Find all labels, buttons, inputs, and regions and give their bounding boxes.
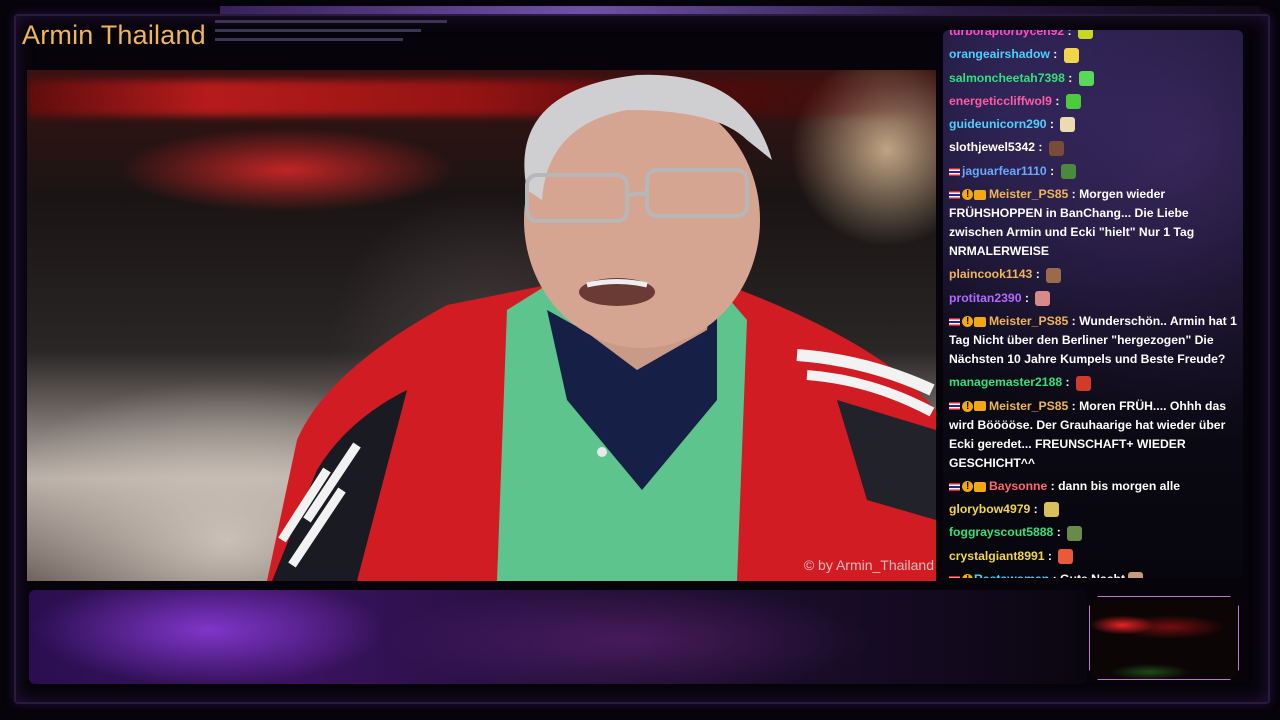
chat-message: Rastawoman : Gute Nacht [949,570,1239,578]
chat-username[interactable]: orangeairshadow [949,47,1050,61]
flag-badge-icon [949,482,960,491]
chat-separator: : [1049,47,1061,62]
chat-message: salmoncheetah7398 : [949,69,1239,88]
hand-emote-icon [1044,502,1060,518]
chat-message: glorybow4979 : [949,500,1239,519]
chat-username[interactable]: crystalgiant8991 [949,549,1045,563]
green-blob-emote-icon [1065,94,1081,110]
chat-message: Meister_PS85 : Moren FRÜH.... Ohhh das w… [949,397,1239,473]
frog-emote-icon [1060,164,1076,180]
chat-separator: : [1051,93,1063,108]
chat-message: guideunicorn290 : [949,115,1239,134]
chat-message: managemaster2188 : [949,373,1239,392]
chat-separator: : [1068,398,1080,413]
gold-badge-icon [962,477,973,496]
chat-message: protitan2390 : [949,289,1239,308]
chat-message: crystalgiant8991 : [949,547,1239,566]
chat-separator: : [1053,525,1065,540]
chat-message: Meister_PS85 : Morgen wieder FRÜHSHOPPEN… [949,185,1239,261]
chat-message: foggrayscout5888 : [949,523,1239,542]
flag-badge-icon [949,167,960,176]
chat-message: energeticcliffwol9 : [949,92,1239,111]
gold-badge-icon [962,185,973,204]
face-emote-icon [1048,140,1064,156]
chat-separator: : [1049,572,1060,578]
chat-message-list: turboraptorbyceh92 : orangeairshadow : s… [949,30,1239,578]
chat-username[interactable]: Meister_PS85 [989,399,1068,413]
chat-message: turboraptorbyceh92 : [949,30,1239,41]
star-emote-icon [1063,47,1079,63]
webcam-video: © by Armin_Thailand [27,70,936,581]
girl-emote-icon [1128,572,1144,578]
chat-separator: : [1021,290,1033,305]
channel-title: Armin Thailand [22,20,206,50]
cat-emote-icon [1060,117,1076,133]
chat-username[interactable]: Rastawoman [974,572,1049,578]
chat-username[interactable]: managemaster2188 [949,375,1062,389]
chat-message: orangeairshadow : [949,45,1239,64]
devil-emote-icon [1076,375,1091,391]
chat-separator: : [1068,313,1080,328]
gold-badge-icon [962,397,973,416]
chat-separator: : [1035,140,1046,155]
chat-message: Meister_PS85 : Wunderschön.. Armin hat 1… [949,312,1239,369]
crown-badge-icon [974,189,986,200]
mouth-emote-icon [1058,549,1074,565]
title-decor-bars [215,20,447,47]
chat-separator: : [1030,502,1042,517]
flag-badge-icon [949,190,960,199]
flag-badge-icon [949,402,960,411]
chat-username[interactable]: slothjewel5342 [949,140,1035,154]
chat-username[interactable]: jaguarfear1110 [962,164,1047,178]
chat-username[interactable]: Meister_PS85 [989,314,1068,328]
chat-username[interactable]: Meister_PS85 [989,187,1068,201]
chat-separator: : [1046,117,1058,132]
chat-separator: : [1062,375,1073,390]
crown-badge-icon [974,481,986,492]
chat-message: slothjewel5342 : [949,138,1239,157]
chat-separator: : [1064,30,1075,38]
chat-username[interactable]: foggrayscout5888 [949,525,1053,539]
chat-username[interactable]: turboraptorbyceh92 [949,30,1064,38]
top-decor-strip [220,6,1260,14]
crown-badge-icon [974,316,986,327]
room-camera-thumbnail[interactable] [1089,596,1239,680]
chat-panel[interactable]: turboraptorbyceh92 : orangeairshadow : s… [943,30,1243,578]
chat-username[interactable]: glorybow4979 [949,502,1030,516]
chat-username[interactable]: plaincook1143 [949,267,1032,281]
chat-username[interactable]: salmoncheetah7398 [949,71,1065,85]
chat-username[interactable]: guideunicorn290 [949,117,1047,131]
chat-separator: : [1032,267,1044,282]
video-watermark: © by Armin_Thailand [803,557,934,573]
pink-emote-icon [1035,290,1051,306]
chat-username[interactable]: energeticcliffwol9 [949,94,1052,108]
flag-badge-icon [949,317,960,326]
lower-banner-panel [29,590,1087,684]
crown-badge-icon [974,401,986,412]
alien-emote-icon [1078,70,1094,86]
gold-badge-icon [962,312,973,331]
portrait-emote-icon [1046,267,1062,283]
chat-username[interactable]: protitan2390 [949,291,1021,305]
lime-emote-icon [1077,30,1093,40]
chat-username[interactable]: Baysonne [989,479,1047,493]
chat-separator: : [1064,70,1076,85]
streamer-figure [267,74,936,581]
chat-separator: : [1044,548,1056,563]
chat-separator: : [1047,478,1059,493]
chat-message: plaincook1143 : [949,265,1239,284]
flag-badge-icon [949,575,960,578]
chat-message: jaguarfear1110 : [949,162,1239,181]
gold-badge-icon [962,570,973,578]
chat-separator: : [1046,163,1058,178]
car-emote-icon [1067,525,1083,541]
chat-message: Baysonne : dann bis morgen alle [949,477,1239,496]
chat-text: dann bis morgen alle [1058,478,1180,493]
chat-separator: : [1068,187,1080,202]
chat-text: Gute Nacht [1060,572,1125,578]
